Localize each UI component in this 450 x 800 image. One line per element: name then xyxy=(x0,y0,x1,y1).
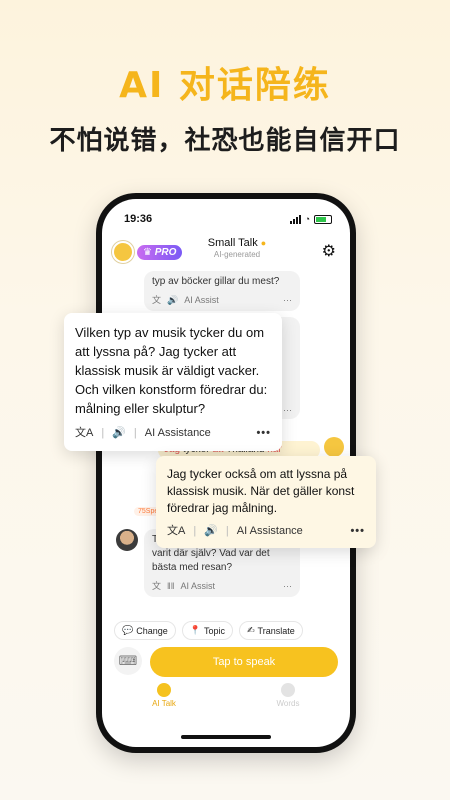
status-time: 19:36 xyxy=(124,213,153,225)
page-title: Small Talk ● xyxy=(182,237,292,249)
tab-words[interactable]: Words xyxy=(226,683,350,723)
ai-assist-button[interactable]: AI Assist xyxy=(184,293,219,307)
chip-topic[interactable]: 📍 Topic xyxy=(181,621,233,640)
ai-assistance-button[interactable]: AI Assistance xyxy=(145,424,211,443)
pen-icon: ✍ xyxy=(246,625,255,635)
waveform-icon[interactable]: ‖‖ xyxy=(167,579,174,593)
bubble-tools: 文 ‖‖ AI Assist ··· xyxy=(152,579,292,593)
tab-bar: AI Talk Words xyxy=(102,683,350,723)
speak-button[interactable]: Tap to speak xyxy=(150,647,338,677)
app-header: ♛ PRO Small Talk ● AI-generated ⚙ xyxy=(112,235,340,269)
chat-bubble-text: typ av böcker gillar du mest? xyxy=(152,276,280,287)
chip-translate[interactable]: ✍ Translate xyxy=(238,621,303,640)
chip-change[interactable]: 💬 Change xyxy=(114,621,176,640)
ai-assist-button[interactable]: AI Assist xyxy=(180,579,215,593)
user-avatar[interactable] xyxy=(112,241,134,263)
tab-ai-talk[interactable]: AI Talk xyxy=(102,683,226,723)
input-row: ⌨ Tap to speak xyxy=(114,647,338,677)
pro-label: PRO xyxy=(154,246,177,258)
chat-icon xyxy=(157,683,171,697)
more-icon[interactable]: ··· xyxy=(283,403,292,417)
speaker-icon[interactable]: 🔊 xyxy=(112,424,126,443)
bot-avatar xyxy=(116,529,138,551)
words-icon xyxy=(281,683,295,697)
more-icon[interactable]: ••• xyxy=(350,523,365,540)
message-card-user: Jag tycker också om att lyssna på klassi… xyxy=(156,456,376,548)
message-card-text: Vilken typ av musik tycker du om att lys… xyxy=(75,325,268,416)
signal-icon xyxy=(289,214,301,224)
translate-icon[interactable]: 文 xyxy=(152,293,161,307)
speaker-icon[interactable]: 🔊 xyxy=(204,523,218,540)
hero-subtitle: 不怕说错，社恐也能自信开口 xyxy=(49,126,401,156)
message-card-bot: Vilken typ av musik tycker du om att lys… xyxy=(64,313,282,451)
ai-assistance-button[interactable]: AI Assistance xyxy=(237,523,303,540)
pin-icon: 📍 xyxy=(189,625,201,635)
hero-title: AI 对话陪练 xyxy=(119,65,331,106)
translate-icon[interactable]: 文 xyxy=(152,579,161,593)
home-indicator xyxy=(181,735,271,739)
user-chat-avatar xyxy=(324,437,344,457)
keyboard-button[interactable]: ⌨ xyxy=(114,647,142,675)
message-card-tools: 文A | 🔊 | AI Assistance ••• xyxy=(167,523,365,540)
suggestion-chips: 💬 Change 📍 Topic ✍ Translate xyxy=(114,621,350,640)
crown-icon: ● xyxy=(260,238,267,248)
battery-icon xyxy=(314,214,332,224)
wifi-icon: ◔ xyxy=(304,214,310,224)
tab-label: AI Talk xyxy=(152,699,176,708)
translate-icon[interactable]: 文A xyxy=(75,424,93,443)
chat-icon: 💬 xyxy=(122,625,134,635)
more-icon[interactable]: ··· xyxy=(283,293,292,307)
page-title-text: Small Talk xyxy=(207,237,258,249)
chat-bubble-bot-1: typ av böcker gillar du mest? 文 🔊 AI Ass… xyxy=(144,271,300,311)
page-subtitle: AI-generated xyxy=(213,250,261,259)
bubble-tools: 文 🔊 AI Assist ··· xyxy=(152,293,292,307)
more-icon[interactable]: ··· xyxy=(283,579,292,593)
tab-label: Words xyxy=(276,699,300,708)
pro-badge[interactable]: ♛ PRO xyxy=(137,244,183,260)
message-card-text: Jag tycker också om att lyssna på klassi… xyxy=(167,467,355,515)
message-card-tools: 文A | 🔊 | AI Assistance ••• xyxy=(75,424,271,443)
status-icons: ◔ xyxy=(289,214,332,224)
gear-icon[interactable]: ⚙ xyxy=(322,241,336,261)
keyboard-icon: ⌨ xyxy=(118,653,138,668)
header-center: Small Talk ● AI-generated xyxy=(182,237,292,259)
translate-icon[interactable]: 文A xyxy=(167,523,185,540)
more-icon[interactable]: ••• xyxy=(256,424,271,443)
status-bar: 19:36 ◔ xyxy=(124,211,332,227)
speaker-icon[interactable]: 🔊 xyxy=(167,293,178,307)
